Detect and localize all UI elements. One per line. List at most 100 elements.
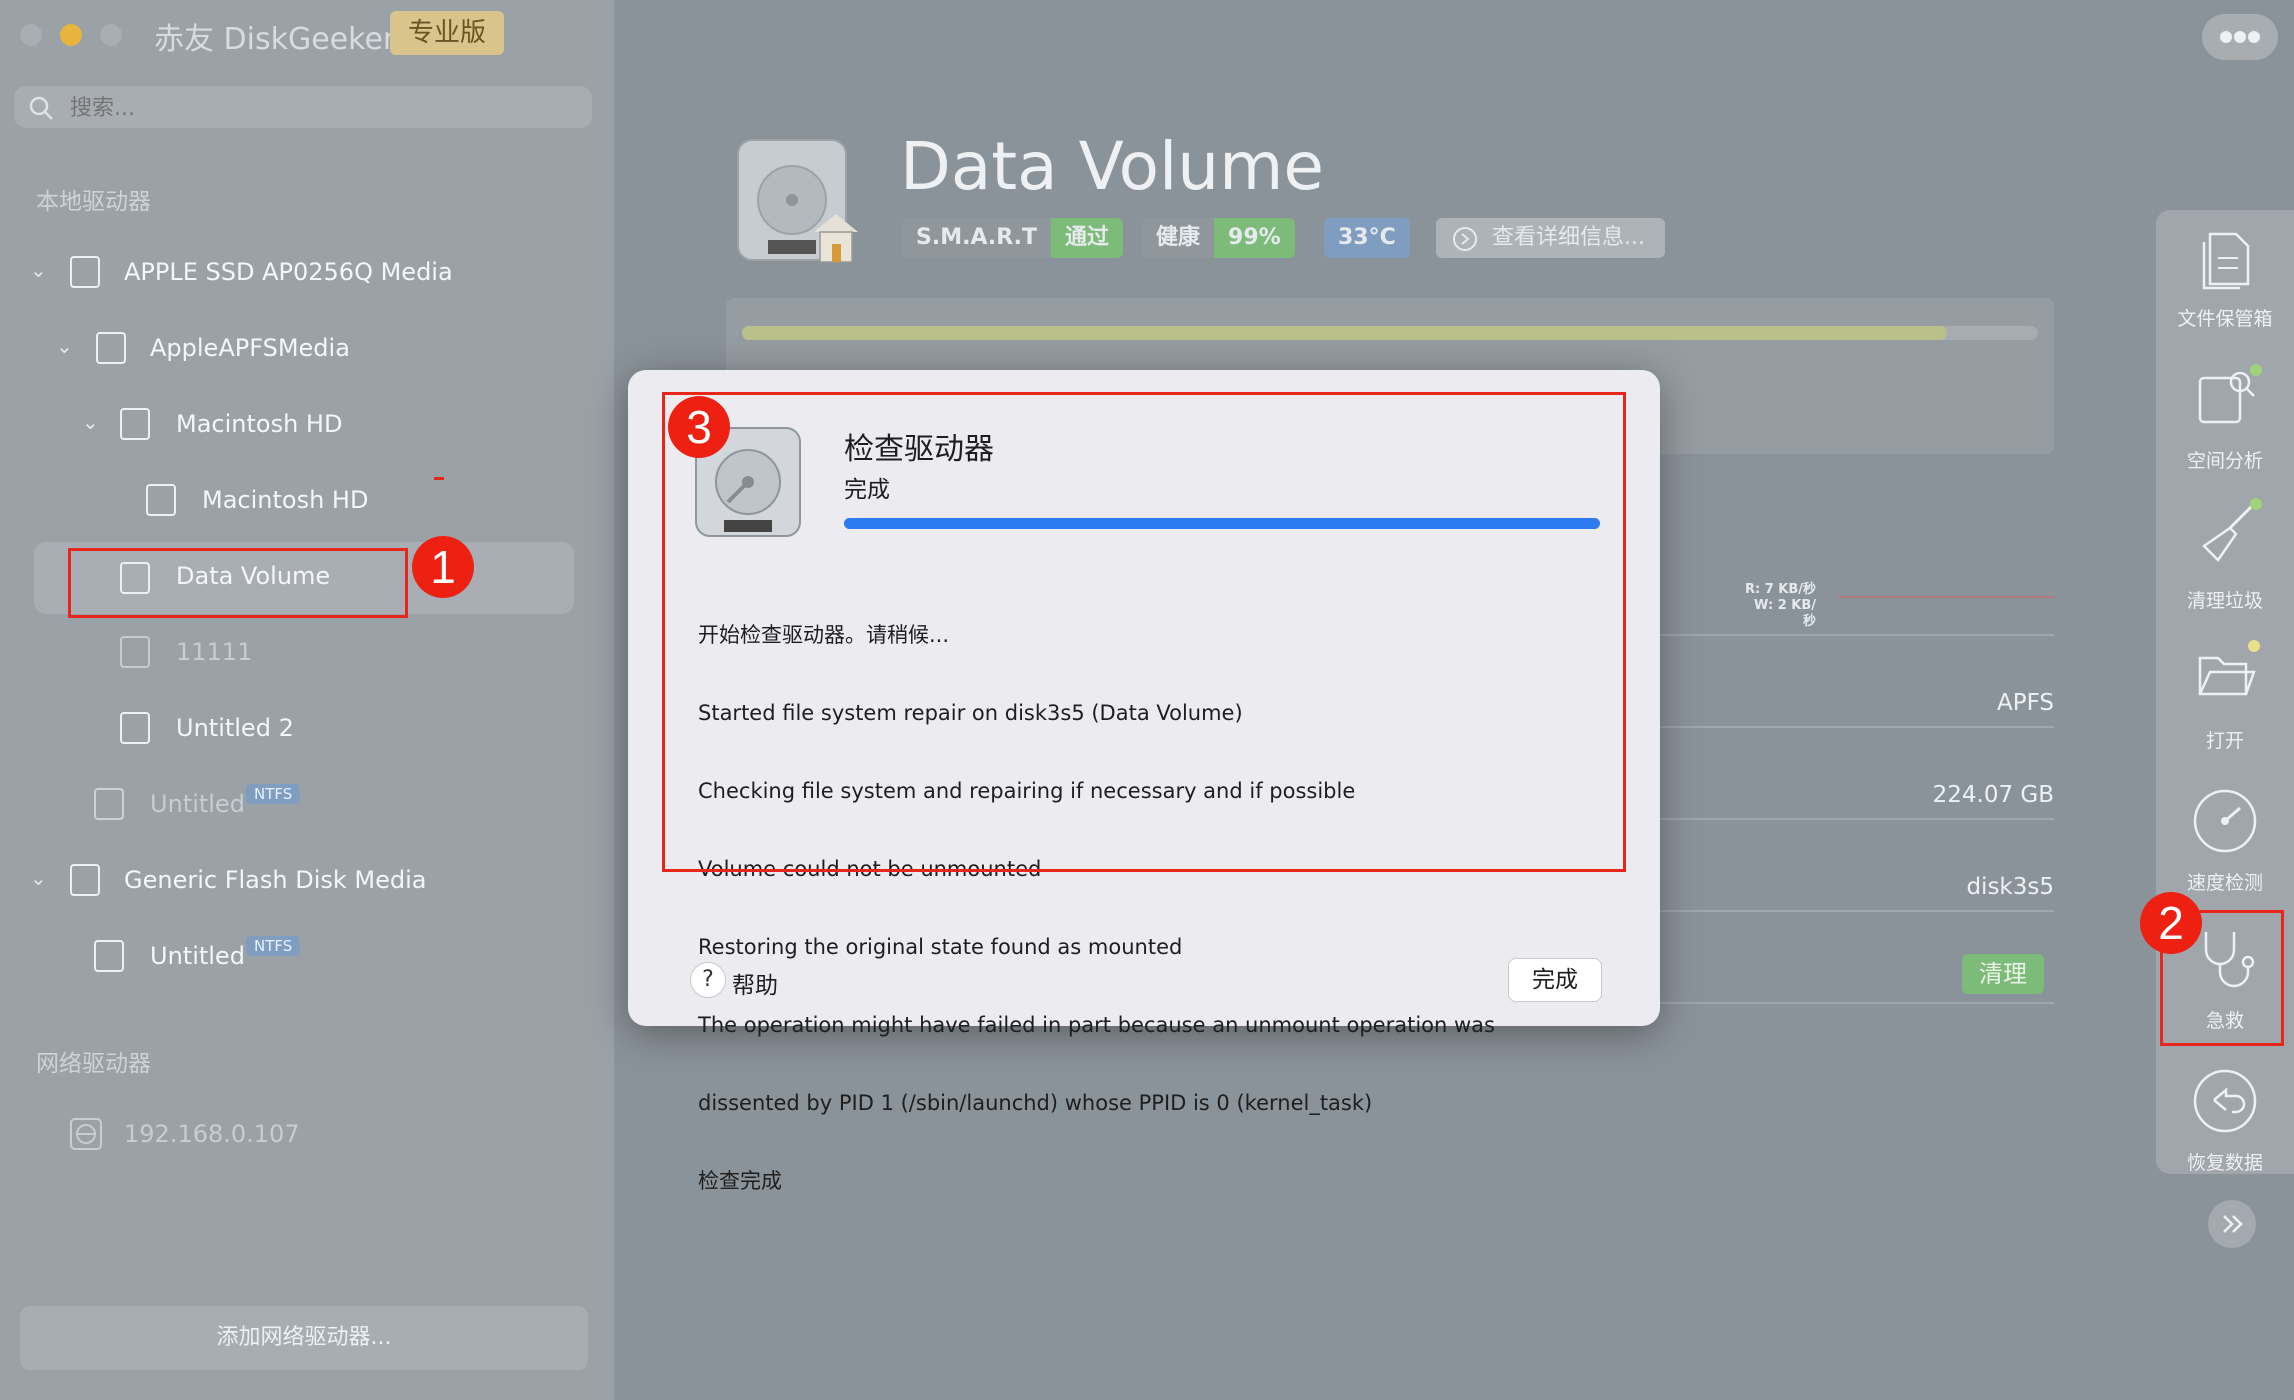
sidebar-item-apfs-media[interactable]: AppleAPFSMedia xyxy=(150,334,350,362)
app-title: 赤友 DiskGeeker xyxy=(154,22,396,57)
divider xyxy=(1660,818,2054,820)
sidebar-item-untitled-flash[interactable]: Untitled xyxy=(150,942,245,970)
clean-button[interactable]: 清理 xyxy=(1962,954,2044,994)
divider xyxy=(1660,634,2054,636)
smart-status: 通过 xyxy=(1050,218,1123,258)
annotation-marker-2: 2 xyxy=(2140,892,2202,954)
expand-panel-button[interactable] xyxy=(2208,1200,2256,1248)
space-analysis-icon xyxy=(2198,364,2262,424)
health-badge: 健康 99% xyxy=(1142,218,1295,258)
tool-restore-data[interactable]: 恢复数据 xyxy=(2156,1064,2294,1174)
ntfs-badge: NTFS xyxy=(246,784,301,804)
ntfs-badge: NTFS xyxy=(246,936,301,956)
sidebar-item-apple-ssd[interactable]: APPLE SSD AP0256Q Media xyxy=(124,258,453,286)
chevron-down-icon[interactable]: ⌄ xyxy=(82,410,99,434)
local-drives-label: 本地驱动器 xyxy=(36,189,151,215)
double-chevron-right-icon xyxy=(2223,1215,2243,1233)
more-menu-button[interactable] xyxy=(2202,14,2278,60)
sidebar-item-generic-flash[interactable]: Generic Flash Disk Media xyxy=(124,866,426,894)
read-speed: R: 7 KB/秒 xyxy=(1744,582,1816,597)
divider xyxy=(1660,1002,2054,1004)
sidebar-item-macintosh-hd-container[interactable]: Macintosh HD xyxy=(176,410,342,438)
file-system-value: APFS xyxy=(1996,690,2054,716)
tool-label: 恢复数据 xyxy=(2186,1152,2263,1174)
disk-icon xyxy=(120,408,150,440)
disk-icon xyxy=(70,256,100,288)
view-details-label: 查看详细信息... xyxy=(1492,225,1645,250)
annotation-box-3 xyxy=(662,392,1626,872)
chevron-down-icon[interactable]: ⌄ xyxy=(30,866,47,890)
divider xyxy=(1660,910,2054,912)
network-drives-label: 网络驱动器 xyxy=(36,1051,151,1077)
lock-volume-icon xyxy=(120,636,150,668)
log-line: The operation might have failed in part … xyxy=(698,1013,1495,1037)
tool-label: 清理垃圾 xyxy=(2186,590,2263,612)
tool-label: 打开 xyxy=(2205,730,2244,752)
divider xyxy=(1660,726,2054,728)
file-vault-icon xyxy=(2202,232,2250,290)
smart-badge: S.M.A.R.T 通过 xyxy=(902,218,1123,258)
volume-icon xyxy=(94,940,124,972)
volume-icon xyxy=(94,788,124,820)
help-label[interactable]: 帮助 xyxy=(732,966,778,1000)
chevron-down-icon[interactable]: ⌄ xyxy=(56,334,73,358)
usage-bar xyxy=(742,326,2038,340)
tool-speed-test[interactable]: 速度检测 xyxy=(2156,784,2294,894)
volume-title: Data Volume xyxy=(900,128,1325,205)
annotation-box-1 xyxy=(68,548,408,618)
sidebar-item-untitled-ntfs[interactable]: Untitled xyxy=(150,790,245,818)
close-window-button[interactable] xyxy=(20,24,42,46)
help-icon[interactable]: ? xyxy=(690,962,726,998)
write-speed: W: 2 KB/秒 xyxy=(1754,598,1816,629)
tool-open[interactable]: 打开 xyxy=(2156,640,2294,752)
tool-label: 文件保管箱 xyxy=(2177,308,2273,330)
speedometer-icon xyxy=(2193,789,2257,853)
tool-file-vault[interactable]: 文件保管箱 xyxy=(2156,226,2294,336)
network-item[interactable]: 192.168.0.107 xyxy=(124,1120,300,1148)
usage-bar-fill xyxy=(742,326,1948,340)
log-line: 检查完成 xyxy=(698,1169,782,1193)
capacity-value: 224.07 GB xyxy=(1932,782,2054,808)
health-value: 99% xyxy=(1214,218,1295,258)
search-input[interactable] xyxy=(68,90,572,126)
chevron-down-icon[interactable]: ⌄ xyxy=(30,258,47,282)
io-graph-line xyxy=(1838,596,2054,598)
sidebar-item-11111[interactable]: 11111 xyxy=(176,638,252,666)
log-line: dissented by PID 1 (/sbin/launchd) whose… xyxy=(698,1091,1373,1115)
device-id-value: disk3s5 xyxy=(1966,874,2054,900)
search-field[interactable] xyxy=(14,86,592,128)
search-icon xyxy=(29,96,53,120)
io-readout: R: 7 KB/秒 W: 2 KB/秒 xyxy=(1742,582,1816,630)
globe-icon xyxy=(70,1118,102,1150)
chevron-right-circle-icon xyxy=(1453,227,1477,251)
add-network-drive-button[interactable]: 添加网络驱动器... xyxy=(20,1306,588,1370)
tool-label: 空间分析 xyxy=(2186,450,2263,472)
annotation-dash xyxy=(434,477,444,480)
disk-icon xyxy=(96,332,126,364)
volume-icon xyxy=(146,484,176,516)
check-drive-dialog: 检查驱动器 完成 开始检查驱动器。请稍候... Started file sys… xyxy=(628,370,1660,1193)
done-button[interactable]: 完成 xyxy=(1508,958,1602,1002)
usb-icon xyxy=(70,864,100,896)
zoom-window-button[interactable] xyxy=(100,24,122,46)
view-details-button[interactable]: 查看详细信息... xyxy=(1436,218,1665,258)
broom-icon xyxy=(2202,498,2262,562)
tool-space-analysis[interactable]: 空间分析 xyxy=(2156,360,2294,472)
restore-icon xyxy=(2193,1069,2257,1133)
tool-label: 速度检测 xyxy=(2186,872,2263,894)
sidebar-item-macintosh-hd[interactable]: Macintosh HD xyxy=(202,486,368,514)
sidebar-item-untitled-2[interactable]: Untitled 2 xyxy=(176,714,294,742)
minimize-window-button[interactable] xyxy=(60,24,82,46)
volume-icon xyxy=(120,712,150,744)
smart-label: S.M.A.R.T xyxy=(902,218,1051,258)
more-icon xyxy=(2220,31,2260,43)
temperature-badge: 33°C xyxy=(1324,218,1410,258)
annotation-marker-1: 1 xyxy=(412,536,474,598)
health-label: 健康 xyxy=(1142,218,1215,258)
edition-badge: 专业版 xyxy=(390,11,505,55)
drive-home-icon xyxy=(737,139,858,263)
annotation-marker-3: 3 xyxy=(668,396,730,458)
log-line: Restoring the original state found as mo… xyxy=(698,935,1183,959)
folder-open-icon xyxy=(2198,640,2260,696)
tool-clean-junk[interactable]: 清理垃圾 xyxy=(2156,498,2294,612)
